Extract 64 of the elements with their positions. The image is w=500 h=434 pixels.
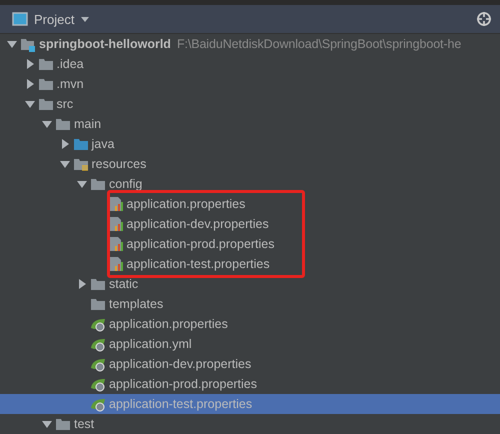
spring-file-icon (90, 356, 106, 372)
item-label: .idea (56, 57, 84, 71)
tree-row[interactable]: .idea (0, 54, 500, 74)
item-label: java (92, 137, 114, 151)
item-label: .mvn (56, 77, 84, 91)
properties-file-icon (108, 256, 124, 272)
tree-row[interactable]: config (0, 174, 500, 194)
spring-file-icon (90, 376, 106, 392)
item-label: templates (109, 297, 164, 311)
item-label: test (74, 417, 94, 431)
tree-row[interactable]: application.yml (0, 334, 500, 354)
properties-file-icon (108, 216, 124, 232)
spring-file-icon (90, 336, 106, 352)
tree-row[interactable]: .mvn (0, 74, 500, 94)
tree-row[interactable]: application-test.properties (0, 254, 500, 274)
tree-row[interactable]: test (0, 414, 500, 434)
item-label: main (74, 117, 102, 131)
dropdown-caret-icon[interactable] (80, 15, 90, 23)
crosshair-icon[interactable] (476, 11, 492, 27)
item-label: application.properties (109, 317, 228, 331)
tree-row[interactable]: application-prod.properties (0, 374, 500, 394)
item-path: F:\BaiduNetdiskDownload\SpringBoot\springboot-he (176, 37, 462, 51)
spring-file-icon (90, 396, 106, 412)
folder-icon (72, 136, 88, 152)
tree-row[interactable]: static (0, 274, 500, 294)
resources-folder-icon (72, 156, 88, 172)
tree-row[interactable]: application.properties (0, 194, 500, 214)
panel-title: Project (34, 12, 74, 26)
folder-icon (90, 276, 106, 292)
folder-icon (90, 176, 106, 192)
tree-row[interactable]: application-prod.properties (0, 234, 500, 254)
folder-icon (90, 296, 106, 312)
item-label: application-prod.properties (126, 237, 275, 251)
folder-icon (38, 76, 54, 92)
item-label: springboot-helloworld (39, 37, 171, 51)
tree-row[interactable]: templates (0, 294, 500, 314)
tree-row[interactable]: application.properties (0, 314, 500, 334)
item-label: application-test.properties (126, 257, 270, 271)
folder-icon (55, 416, 71, 432)
window-icon (12, 11, 28, 27)
tree-row[interactable]: src (0, 94, 500, 114)
module-icon (20, 36, 36, 52)
folder-icon (55, 116, 71, 132)
tree-row[interactable]: main (0, 114, 500, 134)
tree-row[interactable]: application-dev.properties (0, 354, 500, 374)
folder-icon (38, 96, 54, 112)
item-label: application-prod.properties (109, 377, 258, 391)
item-label: config (109, 177, 142, 191)
item-label: src (56, 97, 74, 111)
tree-row[interactable]: java (0, 134, 500, 154)
item-label: application.yml (109, 337, 192, 351)
item-label: application-dev.properties (126, 217, 269, 231)
item-label: resources (92, 157, 146, 171)
item-label: application-dev.properties (109, 357, 252, 371)
properties-file-icon (108, 196, 124, 212)
properties-file-icon (108, 236, 124, 252)
tree-row[interactable]: application-dev.properties (0, 214, 500, 234)
tree-row[interactable]: springboot-helloworld F:\BaiduNetdiskDownload\SpringBoot\springboot-he (0, 34, 500, 54)
spring-file-icon (90, 316, 106, 332)
item-label: application-test.properties (109, 397, 252, 411)
item-label: application.properties (126, 197, 246, 211)
tree-row[interactable]: resources (0, 154, 500, 174)
folder-icon (38, 56, 54, 72)
item-label: static (109, 277, 138, 291)
